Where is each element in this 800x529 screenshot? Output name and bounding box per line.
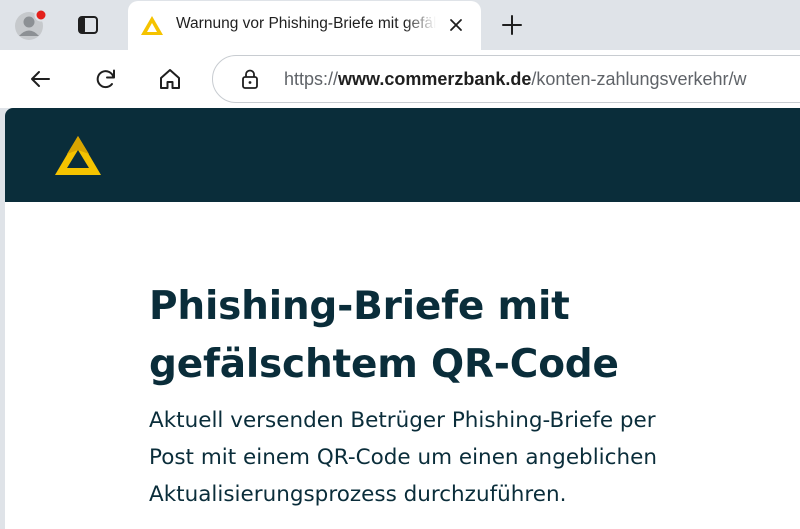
commerzbank-logo[interactable] bbox=[53, 134, 103, 178]
article-content: Phishing-Briefe mit gefälschtem QR-Code … bbox=[149, 278, 800, 513]
tab-actions-button[interactable] bbox=[70, 9, 106, 41]
tab-close-button[interactable] bbox=[444, 13, 468, 37]
page-viewport: Phishing-Briefe mit gefälschtem QR-Code … bbox=[5, 108, 800, 529]
headline-line-1: Phishing-Briefe mit bbox=[149, 284, 570, 329]
active-tab[interactable]: Warnung vor Phishing-Briefe mit gefälsch… bbox=[128, 1, 481, 50]
reload-button[interactable] bbox=[88, 61, 124, 97]
tab-actions-icon bbox=[78, 16, 98, 34]
close-icon bbox=[450, 19, 462, 31]
notification-dot bbox=[34, 9, 48, 22]
lead-line-2: Post mit einem QR-Code um einen angeblic… bbox=[149, 445, 657, 470]
profile-avatar-icon bbox=[15, 9, 48, 40]
article-lead: Aktuell versenden Betrüger Phishing-Brie… bbox=[149, 402, 800, 513]
url-text: https://www.commerzbank.de/konten-zahlun… bbox=[284, 69, 747, 90]
home-button[interactable] bbox=[152, 61, 188, 97]
back-button[interactable] bbox=[22, 61, 58, 97]
reload-icon bbox=[96, 69, 115, 89]
profile-button[interactable] bbox=[12, 9, 48, 41]
home-icon bbox=[160, 69, 180, 89]
article-headline: Phishing-Briefe mit gefälschtem QR-Code bbox=[149, 278, 800, 394]
commerzbank-favicon bbox=[141, 16, 163, 35]
lead-line-3: Aktualisierungsprozess durchzuführen. bbox=[149, 482, 567, 507]
plus-icon bbox=[502, 15, 522, 35]
back-arrow-icon bbox=[31, 71, 50, 87]
site-header bbox=[5, 108, 800, 202]
new-tab-button[interactable] bbox=[494, 8, 530, 42]
address-bar[interactable]: https://www.commerzbank.de/konten-zahlun… bbox=[212, 55, 800, 103]
headline-line-2: gefälschtem QR-Code bbox=[149, 342, 619, 387]
url-host: www.commerzbank.de bbox=[338, 69, 532, 89]
tab-title: Warnung vor Phishing-Briefe mit gefälsch… bbox=[176, 15, 436, 32]
url-scheme: https:// bbox=[284, 69, 339, 89]
url-path: /konten-zahlungsverkehr/w bbox=[531, 69, 747, 89]
lock-icon[interactable] bbox=[239, 68, 261, 90]
tab-strip: Warnung vor Phishing-Briefe mit gefälsch… bbox=[0, 0, 800, 50]
lead-line-1: Aktuell versenden Betrüger Phishing-Brie… bbox=[149, 408, 656, 433]
browser-toolbar: https://www.commerzbank.de/konten-zahlun… bbox=[0, 50, 800, 108]
